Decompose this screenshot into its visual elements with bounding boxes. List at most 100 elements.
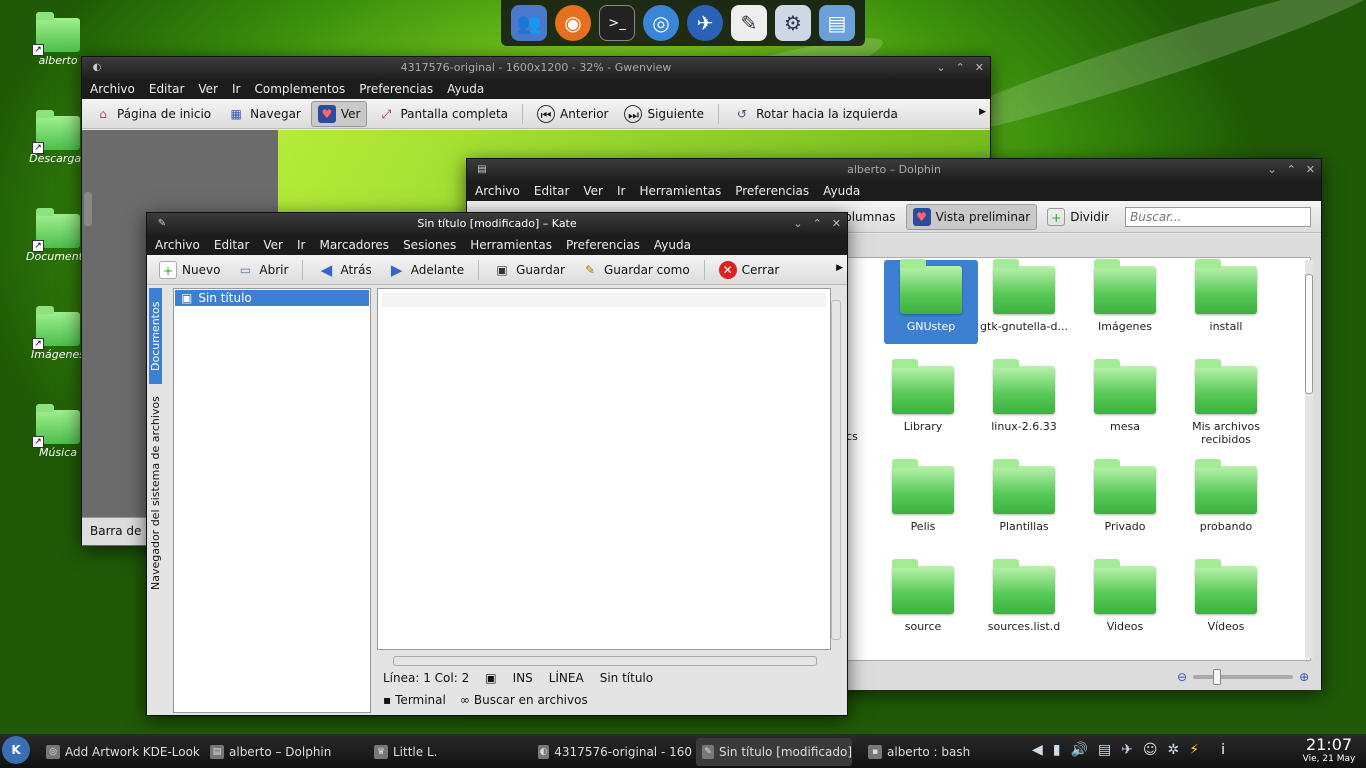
menu-marcadores[interactable]: Marcadores [319, 235, 389, 255]
clock[interactable]: 21:07 Vie, 21 May [1294, 736, 1364, 765]
menu-herramientas[interactable]: Herramientas [470, 235, 552, 255]
menu-archivo[interactable]: Archivo [475, 181, 520, 201]
network-signal-icon[interactable]: ▮ [1053, 742, 1061, 758]
maximize-button[interactable]: ⌃ [1287, 159, 1296, 181]
document-list-item[interactable]: ▣ Sin título [175, 290, 369, 306]
editor-hscrollbar[interactable] [393, 656, 817, 666]
menu-ver[interactable]: Ver [583, 181, 603, 201]
tray-collapse-icon[interactable]: ◀ [1032, 742, 1043, 758]
settings-icon[interactable]: ⚙ [775, 5, 811, 41]
sidebar-scroll-handle[interactable] [84, 192, 92, 226]
save-as-button[interactable]: ✎ Guardar como [575, 258, 696, 282]
minimize-button[interactable]: ⌄ [936, 57, 945, 79]
previous-button[interactable]: ⏮ Anterior [531, 102, 614, 126]
tab-documents[interactable]: Documentos [149, 288, 162, 384]
volume-icon[interactable]: 🔊 [1071, 742, 1088, 758]
thunderbird-icon[interactable]: ✈ [687, 5, 723, 41]
folder-item[interactable]: Pelis [878, 459, 968, 533]
menu-editar[interactable]: Editar [149, 79, 185, 99]
open-button[interactable]: ▭ Abrir [230, 258, 294, 282]
folder-item[interactable]: probando [1181, 459, 1271, 533]
firefox-icon[interactable]: ◉ [555, 5, 591, 41]
close-button[interactable]: ✕ [1306, 159, 1315, 181]
task-bash[interactable]: ▪ alberto : bash [862, 738, 1022, 766]
chromium-icon[interactable]: ◎ [643, 5, 679, 41]
folder-item[interactable]: gtk-gnutella-d... [979, 259, 1069, 333]
save-button[interactable]: ▣ Guardar [487, 258, 571, 282]
text-editor-icon[interactable]: ✎ [731, 5, 767, 41]
menu-editar[interactable]: Editar [534, 181, 570, 201]
folder-item[interactable]: sources.list.d [979, 559, 1069, 633]
home-button[interactable]: ⌂ Página de inicio [88, 102, 217, 126]
thunderbird-tray-icon[interactable]: ✈ [1121, 742, 1133, 758]
folder-item[interactable]: Imágenes [1080, 259, 1170, 333]
menu-preferencias[interactable]: Preferencias [566, 235, 640, 255]
fullscreen-button[interactable]: ⤢ Pantalla completa [371, 102, 514, 126]
power-icon[interactable]: ⚡ [1189, 742, 1199, 758]
clipboard-icon[interactable]: ▤ [1098, 742, 1111, 758]
info-icon[interactable]: i [1221, 742, 1225, 758]
scrollbar-handle[interactable] [1305, 274, 1313, 394]
menu-ayuda[interactable]: Ayuda [823, 181, 860, 201]
folder-item[interactable]: mesa [1080, 359, 1170, 433]
editor-area[interactable] [377, 288, 831, 650]
folder-item[interactable]: GNUstep [884, 259, 978, 344]
view-button[interactable]: ♥ Ver [310, 100, 368, 127]
minimize-button[interactable]: ⌄ [1267, 159, 1276, 181]
selection-mode[interactable]: LÍNEA [549, 671, 584, 685]
preview-button[interactable]: ♥ Vista preliminar [905, 203, 1038, 230]
search-files-tool-button[interactable]: ∞ Buscar en archivos [460, 693, 588, 707]
folder-item[interactable]: Privado [1080, 459, 1170, 533]
next-button[interactable]: ⏭ Siguiente [618, 102, 710, 126]
maximize-button[interactable]: ⌃ [956, 57, 965, 79]
toolbar-overflow-arrow[interactable]: ▶ [836, 263, 843, 273]
menu-ayuda[interactable]: Ayuda [654, 235, 691, 255]
menu-herramientas[interactable]: Herramientas [639, 181, 721, 201]
user-icon[interactable]: ☺ [1143, 742, 1158, 758]
browse-button[interactable]: ▦ Navegar [221, 102, 307, 126]
back-button[interactable]: ◀ Atrás [311, 258, 377, 282]
file-view-scrollbar[interactable] [1305, 260, 1313, 658]
network-icon[interactable]: ✲ [1168, 742, 1180, 758]
menu-ver[interactable]: Ver [263, 235, 283, 255]
task-add-artwork[interactable]: ◎ Add Artwork KDE-Look [40, 738, 200, 766]
rotate-left-button[interactable]: ↺ Rotar hacia la izquierda [727, 102, 904, 126]
menu-ver[interactable]: Ver [198, 79, 218, 99]
insert-mode[interactable]: INS [513, 671, 533, 685]
menu-ir[interactable]: Ir [232, 79, 240, 99]
menu-preferencias[interactable]: Preferencias [359, 79, 433, 99]
menu-ir[interactable]: Ir [617, 181, 625, 201]
editor-vscrollbar[interactable] [831, 300, 841, 640]
split-button[interactable]: + Dividir [1041, 205, 1115, 229]
zoom-out-icon[interactable]: ⊖ [1177, 670, 1187, 684]
folder-item[interactable]: Mis archivos recibidos [1181, 359, 1271, 446]
terminal-icon[interactable]: >_ [599, 5, 635, 41]
zoom-slider[interactable] [1193, 669, 1294, 685]
terminal-tool-button[interactable]: ▪ Terminal [383, 693, 446, 707]
folder-item[interactable]: Library [878, 359, 968, 433]
folder-item[interactable]: Plantillas [979, 459, 1069, 533]
close-document-button[interactable]: ✕ Cerrar [713, 258, 786, 282]
menu-editar[interactable]: Editar [214, 235, 250, 255]
close-button[interactable]: ✕ [832, 213, 841, 235]
kate-titlebar[interactable]: ✎ Sin título [modificado] – Kate ⌄ ⌃ ✕ [147, 213, 847, 235]
file-manager-icon[interactable]: ▤ [819, 5, 855, 41]
zoom-in-icon[interactable]: ⊕ [1299, 670, 1309, 684]
menu-archivo[interactable]: Archivo [90, 79, 135, 99]
task-kate[interactable]: ✎ Sin título [modificado] [696, 738, 852, 766]
menu-ayuda[interactable]: Ayuda [447, 79, 484, 99]
menu-complementos[interactable]: Complementos [254, 79, 345, 99]
dolphin-titlebar[interactable]: ▤ alberto – Dolphin ⌄ ⌃ ✕ [467, 159, 1321, 181]
maximize-button[interactable]: ⌃ [813, 213, 822, 235]
toolbar-overflow-arrow[interactable]: ▶ [979, 107, 986, 117]
tab-filesystem[interactable]: Navegador del sistema de archivos [149, 388, 162, 598]
task-gwenview[interactable]: ◐ 4317576-original - 160 [532, 738, 692, 766]
search-input[interactable] [1125, 206, 1312, 227]
task-dolphin[interactable]: ▤ alberto – Dolphin [204, 738, 360, 766]
gwenview-titlebar[interactable]: ◐ 4317576-original - 1600x1200 - 32% - G… [82, 57, 990, 79]
users-icon[interactable]: 👥 [511, 5, 547, 41]
folder-item[interactable]: install [1181, 259, 1271, 333]
menu-ir[interactable]: Ir [297, 235, 305, 255]
menu-sesiones[interactable]: Sesiones [403, 235, 456, 255]
menu-preferencias[interactable]: Preferencias [735, 181, 809, 201]
